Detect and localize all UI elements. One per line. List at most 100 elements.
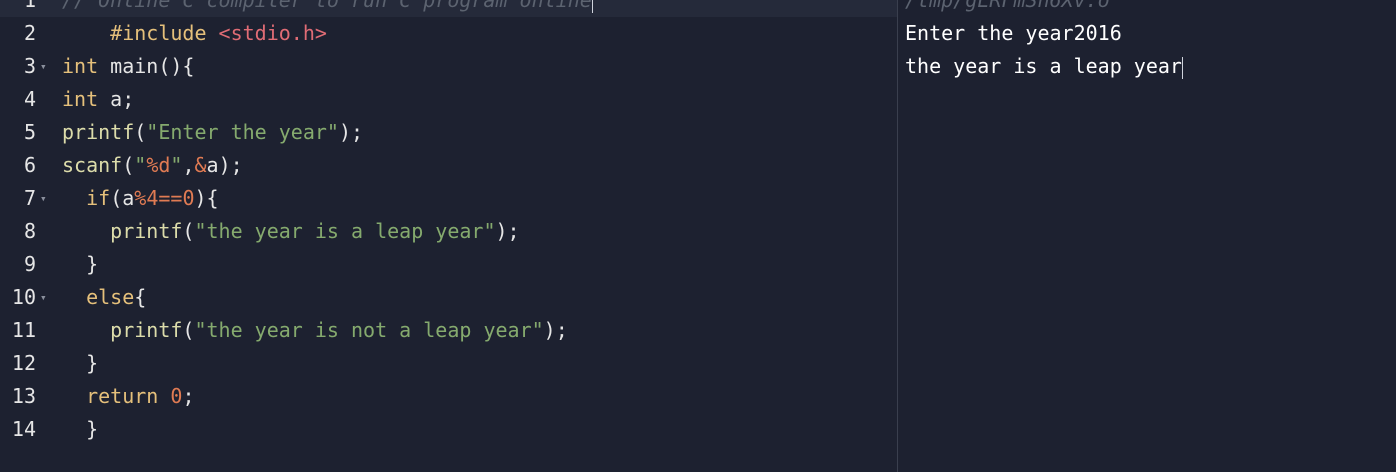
code-token: "Enter the year" [146, 120, 339, 144]
code-line[interactable]: 12 } [0, 347, 897, 380]
code-text[interactable]: int a; [62, 83, 134, 116]
code-token: 0 [170, 384, 183, 408]
code-text[interactable]: } [62, 347, 98, 380]
code-line[interactable]: 3 ▾ int main(){ [0, 50, 897, 83]
code-token: if [86, 186, 111, 210]
code-token: else [86, 285, 135, 309]
line-number: 11 [11, 318, 36, 342]
code-line[interactable]: 5 printf("Enter the year"); [0, 116, 897, 149]
line-number: 2 [23, 21, 36, 45]
code-token: #include [110, 21, 207, 45]
code-text[interactable]: scanf("%d",&a); [62, 149, 243, 182]
code-text[interactable]: #include <stdio.h> [62, 17, 327, 50]
code-token: a; [98, 87, 135, 111]
code-token: 0 [182, 186, 195, 210]
code-token: <stdio.h> [206, 21, 327, 45]
code-token: // Online C compiler to run C program on… [62, 0, 592, 12]
code-token: ); [338, 120, 364, 144]
code-token: return [86, 384, 159, 408]
code-line[interactable]: 10 ▾ else{ [0, 281, 897, 314]
output-panel: /tmp/gLRFmSh6Xv.o Enter the year2016 the… [898, 0, 1396, 472]
code-token: == [158, 186, 183, 210]
output-lines: /tmp/gLRFmSh6Xv.o Enter the year2016 the… [905, 0, 1183, 83]
code-line[interactable]: 14 } [0, 413, 897, 446]
code-text[interactable]: } [62, 413, 98, 446]
output-cursor [1181, 56, 1183, 79]
line-number: 3 [23, 54, 36, 78]
code-token: } [62, 417, 99, 441]
line-number: 1 [23, 0, 36, 12]
code-token: ( [182, 318, 195, 342]
code-lines[interactable]: 1 // Online C compiler to run C program o… [0, 0, 897, 446]
code-token: int [62, 54, 99, 78]
code-line[interactable]: 11 printf("the year is not a leap year")… [0, 314, 897, 347]
code-line[interactable]: 6 scanf("%d",&a); [0, 149, 897, 182]
fold-toggle-icon[interactable]: ▾ [40, 281, 52, 314]
code-token: ( [122, 153, 135, 177]
fold-toggle-icon[interactable]: ▾ [40, 50, 52, 83]
output-line: Enter the year2016 [905, 21, 1122, 45]
line-number: 9 [23, 252, 36, 276]
code-token: % [134, 186, 147, 210]
code-token: ); [495, 219, 520, 243]
line-number: 10 [11, 285, 36, 309]
code-text[interactable]: } [62, 248, 98, 281]
line-number: 14 [11, 417, 36, 441]
line-number: 12 [11, 351, 36, 375]
code-text[interactable]: printf("the year is not a leap year"); [62, 314, 568, 347]
code-text[interactable]: // Online C compiler to run C program on… [62, 0, 593, 17]
code-token: { [134, 285, 147, 309]
line-number: 6 [23, 153, 36, 177]
code-text[interactable]: if(a%4==0){ [62, 182, 219, 215]
output-text: the year is a leap year [905, 54, 1182, 78]
line-number: 8 [23, 219, 36, 243]
code-token: ); [543, 318, 568, 342]
output-line: the year is a leap year [905, 50, 1183, 83]
code-line[interactable]: 9 } [0, 248, 897, 281]
code-token: %d [146, 153, 171, 177]
code-token: "the year is not a leap year" [194, 318, 544, 342]
code-token: } [62, 252, 99, 276]
code-line[interactable]: 4 int a; [0, 83, 897, 116]
code-token: printf [110, 219, 183, 243]
code-token: " [170, 153, 183, 177]
code-token: printf [110, 318, 183, 342]
code-token: 4 [146, 186, 159, 210]
code-token: ){ [194, 186, 219, 210]
code-token: & [194, 153, 207, 177]
code-line[interactable]: 7 ▾ if(a%4==0){ [0, 182, 897, 215]
line-number: 4 [23, 87, 36, 111]
line-number: 5 [23, 120, 36, 144]
code-line[interactable]: 8 printf("the year is a leap year"); [0, 215, 897, 248]
code-token: ( [182, 219, 195, 243]
code-line[interactable]: 2 #include <stdio.h> [0, 17, 897, 50]
code-text[interactable]: printf("the year is a leap year"); [62, 215, 520, 248]
code-token: main(){ [98, 54, 195, 78]
code-token: (a [110, 186, 135, 210]
code-token: "the year is a leap year" [194, 219, 496, 243]
code-token: } [62, 351, 99, 375]
line-number: 7 [23, 186, 36, 210]
code-line[interactable]: 1 // Online C compiler to run C program o… [0, 0, 897, 17]
code-token: a); [206, 153, 243, 177]
code-text[interactable]: return 0; [62, 380, 194, 413]
code-text[interactable]: int main(){ [62, 50, 194, 83]
code-text[interactable]: else{ [62, 281, 146, 314]
compiler-app: 1 // Online C compiler to run C program o… [0, 0, 1396, 472]
output-path: /tmp/gLRFmSh6Xv.o [905, 0, 1110, 12]
code-editor[interactable]: 1 // Online C compiler to run C program o… [0, 0, 897, 472]
code-token: , [182, 153, 195, 177]
fold-toggle-icon[interactable]: ▾ [40, 182, 52, 215]
line-number: 13 [11, 384, 36, 408]
code-line[interactable]: 13 return 0; [0, 380, 897, 413]
text-cursor [591, 0, 593, 13]
code-token: int [62, 87, 99, 111]
code-text[interactable]: printf("Enter the year"); [62, 116, 363, 149]
code-token: " [134, 153, 147, 177]
code-token: ; [182, 384, 195, 408]
